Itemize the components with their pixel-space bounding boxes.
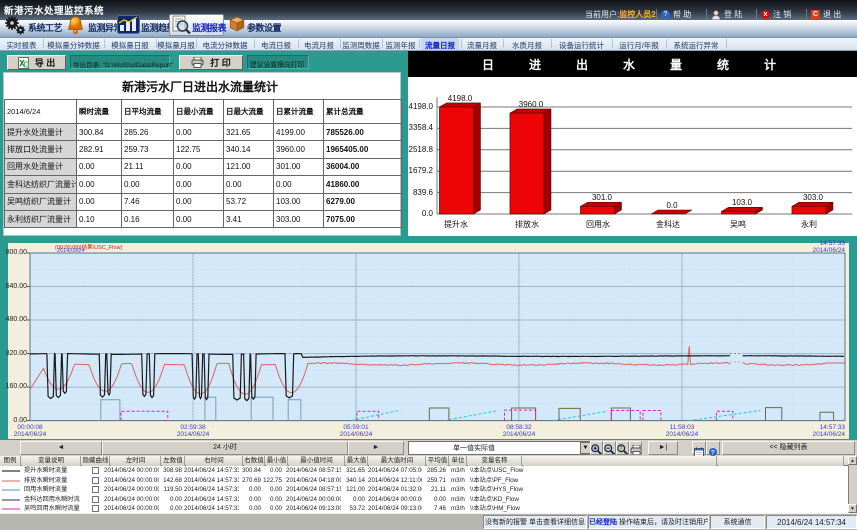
svg-text:?: ? bbox=[620, 446, 623, 452]
